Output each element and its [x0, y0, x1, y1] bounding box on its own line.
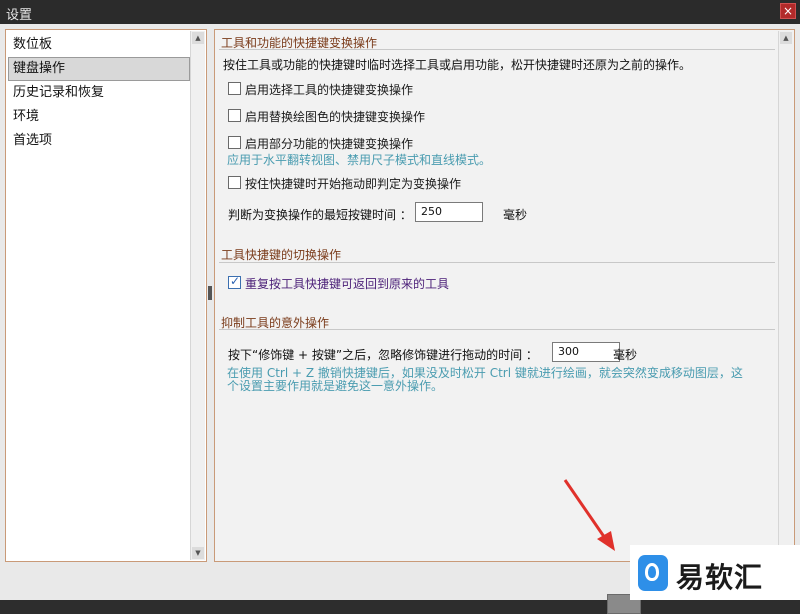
close-button[interactable]: × [780, 3, 796, 19]
checkmark-icon: ✓ [230, 274, 241, 288]
sidebar-item-history[interactable]: 历史记录和恢复 [8, 81, 190, 105]
ignore-modifier-label: 按下“修饰键 + 按键”之后，忽略修饰键进行拖动的时间 ： [228, 348, 538, 362]
annotation-arrow-icon [563, 479, 615, 551]
checkbox-box[interactable]: ✓ [228, 274, 241, 289]
section-divider [219, 49, 775, 50]
category-sidebar: 数位板 键盘操作 历史记录和恢复 环境 首选项 ▲ ▼ [5, 29, 207, 562]
ignore-modifier-unit: 毫秒 [613, 348, 638, 362]
panel-splitter[interactable] [208, 286, 212, 300]
sidebar-scrollbar[interactable]: ▲ ▼ [190, 31, 205, 560]
checkbox-box[interactable] [228, 176, 241, 189]
min-time-input[interactable]: 250 [415, 202, 483, 222]
title-bar: 设置 × [0, 0, 800, 24]
section-description: 按住工具或功能的快捷键时临时选择工具或启用功能，松开快捷键时还原为之前的操作。 [223, 58, 692, 72]
settings-panel: 工具和功能的快捷键变换操作 按住工具或功能的快捷键时临时选择工具或启用功能，松开… [214, 29, 795, 562]
scroll-up-icon[interactable]: ▲ [192, 32, 204, 44]
min-time-unit: 毫秒 [503, 208, 528, 222]
checkbox-label: 重复按工具快捷键可返回到原来的工具 [245, 277, 450, 291]
watermark-text: 易软汇 [676, 561, 764, 594]
partial-functions-hint: 应用于水平翻转视图、禁用尺子模式和直线模式。 [227, 153, 492, 167]
ignore-modifier-input[interactable]: 300 [552, 342, 620, 362]
sidebar-item-tablet[interactable]: 数位板 [8, 33, 190, 57]
category-list: 数位板 键盘操作 历史记录和恢复 环境 首选项 [8, 33, 190, 153]
settings-dialog: 数位板 键盘操作 历史记录和恢复 环境 首选项 ▲ ▼ 工具和功能的快捷键变换操… [0, 24, 800, 614]
checkbox-label: 按住快捷键时开始拖动即判定为变换操作 [245, 177, 462, 191]
section-divider [219, 329, 775, 330]
watermark: 易软汇 [630, 545, 800, 600]
window-title: 设置 [6, 8, 33, 23]
section-divider [219, 262, 775, 263]
checkbox-box[interactable] [228, 109, 241, 122]
checkbox-label: 启用部分功能的快捷键变换操作 [245, 137, 414, 151]
sidebar-item-environment[interactable]: 环境 [8, 105, 190, 129]
checkbox-box[interactable] [228, 136, 241, 149]
checkbox-label: 启用选择工具的快捷键变换操作 [245, 83, 414, 97]
section-title-tool-toggle: 工具快捷键的切换操作 [221, 248, 342, 262]
checkbox-box[interactable] [228, 82, 241, 95]
min-time-label: 判断为变换操作的最短按键时间 ： [228, 208, 412, 222]
scroll-up-icon[interactable]: ▲ [780, 32, 792, 44]
panel-scrollbar[interactable]: ▲ ▼ [778, 31, 793, 560]
checkbox-label: 启用替换绘图色的快捷键变换操作 [245, 110, 426, 124]
watermark-logo-icon [638, 555, 668, 591]
sidebar-item-preferences[interactable]: 首选项 [8, 129, 190, 153]
scroll-down-icon[interactable]: ▼ [192, 547, 204, 559]
ctrl-z-hint-line2: 个设置主要作用就是避免这一意外操作。 [227, 379, 444, 393]
sidebar-item-keyboard[interactable]: 键盘操作 [8, 57, 190, 81]
